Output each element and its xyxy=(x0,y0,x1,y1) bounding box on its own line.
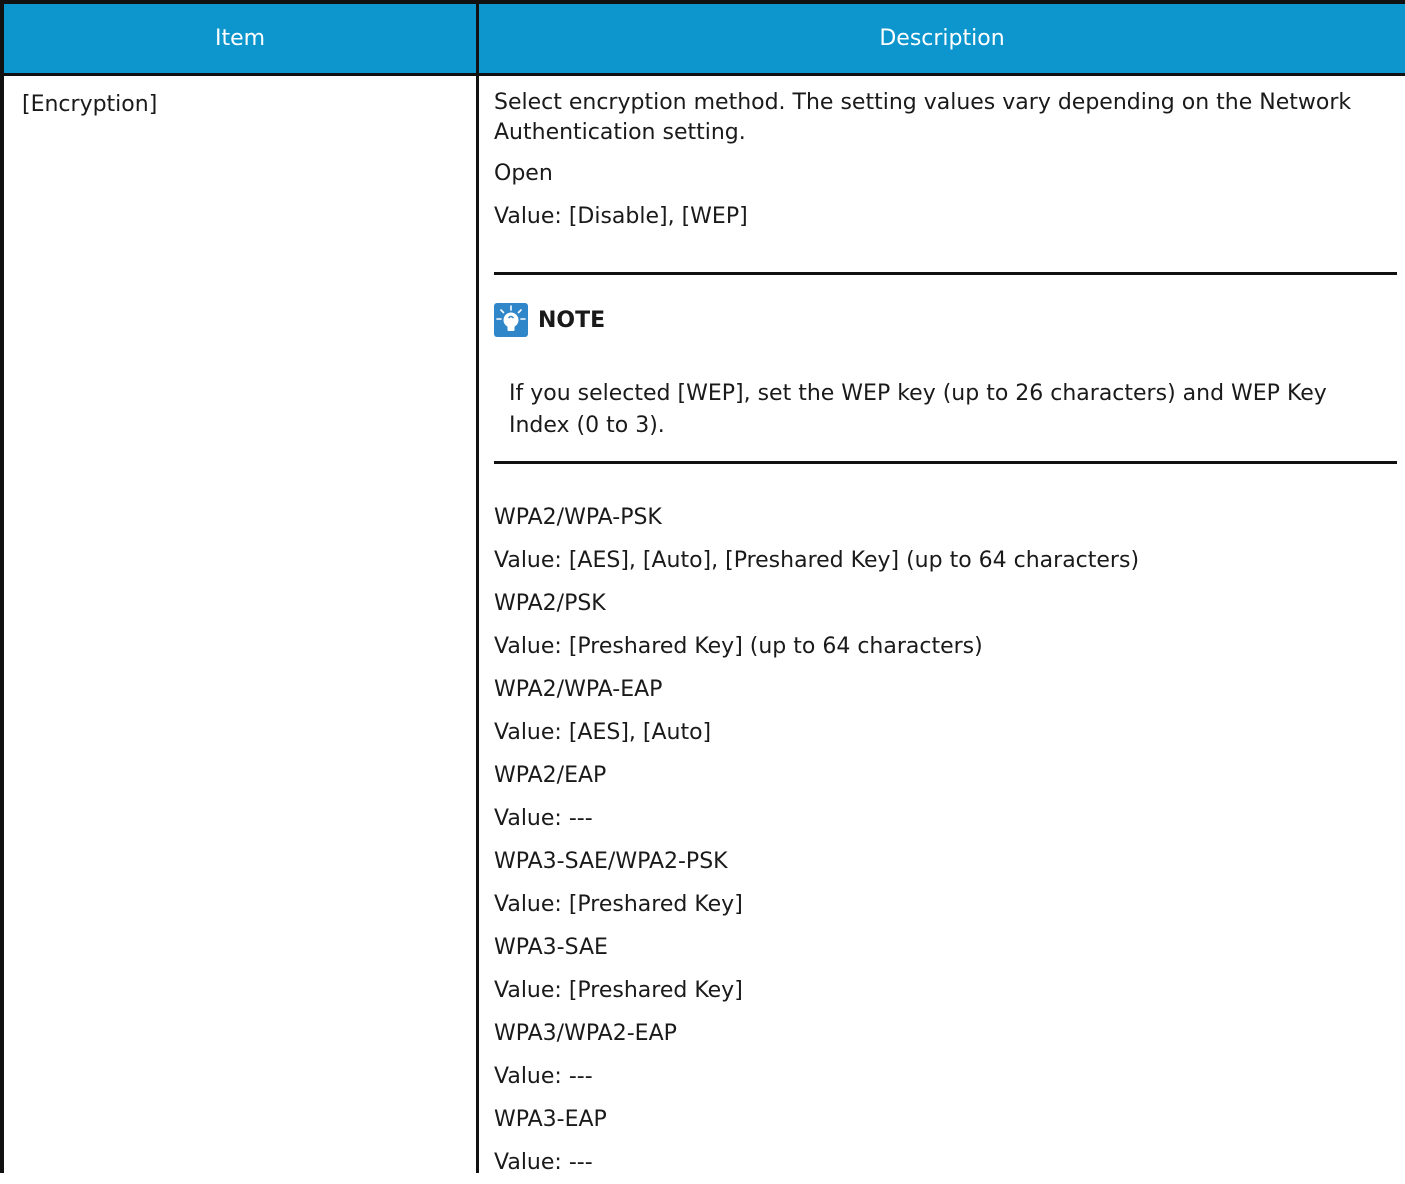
table-left-border xyxy=(0,0,4,1173)
column-header-item: Item xyxy=(214,26,266,51)
option-label: WPA2/EAP xyxy=(494,763,607,788)
option-value: Value: [Preshared Key] xyxy=(494,978,743,1003)
option-value: Value: [Preshared Key] xyxy=(494,892,743,917)
option-label: WPA3/WPA2-EAP xyxy=(494,1021,677,1046)
option-value-open: Value: [Disable], [WEP] xyxy=(494,204,748,229)
note-title: NOTE xyxy=(538,307,606,333)
item-cell-encryption: [Encryption] xyxy=(22,92,158,117)
option-label: WPA3-SAE xyxy=(494,935,608,960)
option-label: WPA3-SAE/WPA2-PSK xyxy=(494,849,728,874)
option-value: Value: [AES], [Auto], [Preshared Key] (u… xyxy=(494,548,1140,573)
note-heading: NOTE xyxy=(494,302,605,338)
table-header-row: Item Description xyxy=(0,0,1405,76)
settings-table: Item Description [Encryption] Select enc… xyxy=(0,0,1405,1175)
note-text: If you selected [WEP], set the WEP key (… xyxy=(509,381,1327,438)
column-header-description: Description xyxy=(879,26,1005,51)
description-cell: Select encryption method. The setting va… xyxy=(494,88,1374,238)
note-top-rule xyxy=(494,272,1397,275)
lightbulb-note-icon xyxy=(494,303,528,337)
encryption-options-list: WPA2/WPA-PSK Value: [AES], [Auto], [Pres… xyxy=(494,496,1394,1184)
option-value: Value: --- xyxy=(494,1064,593,1089)
option-label: WPA2/WPA-PSK xyxy=(494,505,662,530)
note-bottom-rule xyxy=(494,461,1397,464)
option-value: Value: --- xyxy=(494,1150,593,1175)
option-label-open: Open xyxy=(494,161,553,186)
option-label: WPA2/PSK xyxy=(494,591,606,616)
option-label: WPA3-EAP xyxy=(494,1107,607,1132)
option-value: Value: [Preshared Key] (up to 64 charact… xyxy=(494,634,983,659)
description-intro: Select encryption method. The setting va… xyxy=(494,90,1352,145)
option-value: Value: --- xyxy=(494,806,593,831)
column-divider xyxy=(476,0,479,1173)
option-value: Value: [AES], [Auto] xyxy=(494,720,712,745)
option-label: WPA2/WPA-EAP xyxy=(494,677,663,702)
